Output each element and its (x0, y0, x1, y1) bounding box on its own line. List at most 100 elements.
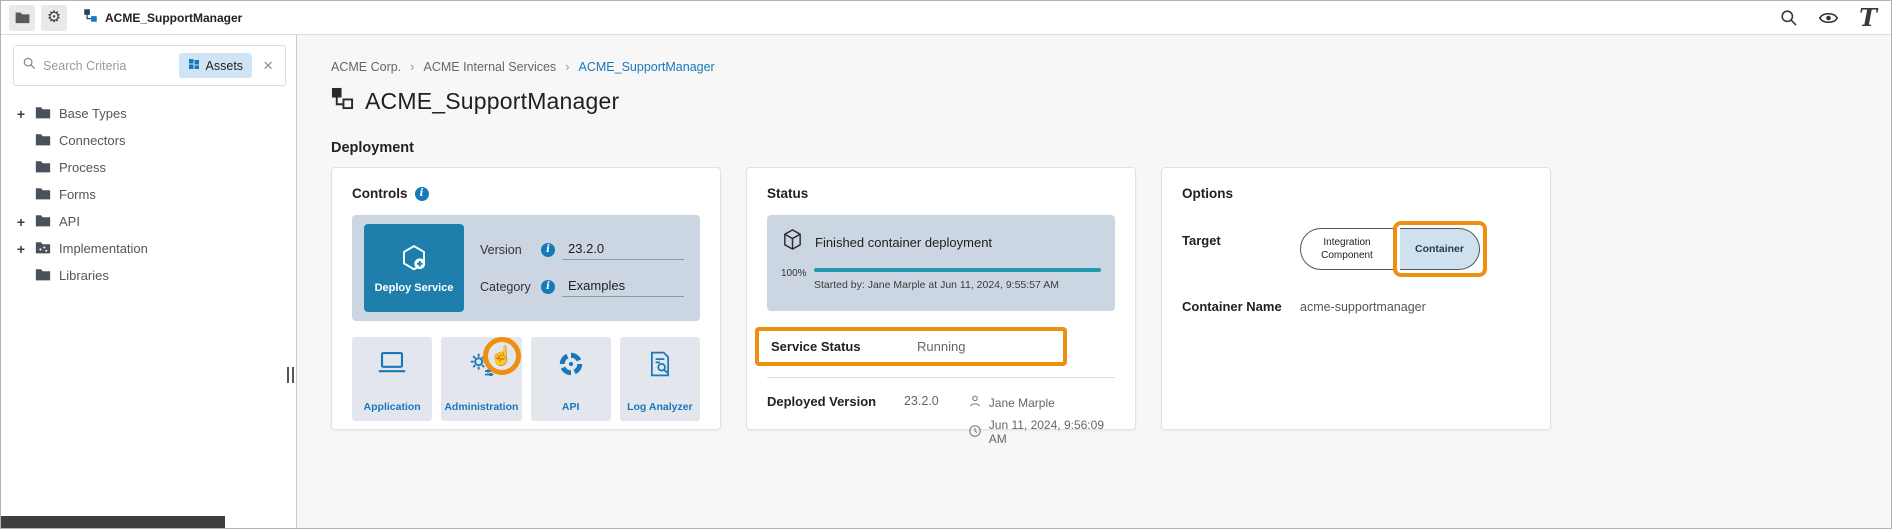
tree-item-base-types[interactable]: + Base Types (15, 100, 296, 127)
info-icon[interactable]: i (541, 280, 555, 294)
search-icon[interactable] (1779, 8, 1798, 27)
breadcrumb: ACME Corp. › ACME Internal Services › AC… (331, 59, 1891, 74)
topbar-right: T (1779, 6, 1877, 30)
category-field-row: Category i Examples (480, 277, 684, 297)
tree-item-api[interactable]: + API (15, 208, 296, 235)
deployed-at-time: Jun 11, 2024, 9:56:09 AM (989, 418, 1115, 446)
application-tile[interactable]: Application (352, 337, 432, 421)
open-folder-button[interactable] (9, 5, 35, 31)
assets-grid-icon (188, 58, 200, 73)
service-status-value: Running (917, 339, 965, 354)
folder-icon (35, 106, 51, 122)
deploy-service-label: Deploy Service (375, 282, 454, 294)
search-criteria-box: Assets × (13, 45, 286, 86)
deployment-section-title: Deployment (331, 140, 1891, 156)
deploy-service-icon (399, 243, 429, 273)
info-icon[interactable]: i (415, 187, 429, 201)
expand-icon[interactable]: + (15, 241, 27, 257)
started-by-text: Started by: Jane Marple at Jun 11, 2024,… (814, 279, 1101, 291)
container-name-row: Container Name acme-supportmanager (1182, 299, 1530, 314)
folder-icon (15, 11, 30, 24)
breadcrumb-internal-services[interactable]: ACME Internal Services (424, 60, 557, 74)
options-card: Options Target Integration Component Con… (1161, 167, 1551, 430)
folder-icon (35, 160, 51, 176)
progress-percent-label: 100% (781, 268, 805, 279)
asset-blocks-icon (83, 8, 98, 28)
page-title-row: ACME_SupportManager (331, 87, 1891, 115)
deploy-panel: Deploy Service Version i 23.2.0 Category… (352, 215, 700, 321)
asset-explorer-sidebar: Assets × + Base Types Connectors (1, 35, 297, 529)
panel-resize-handle[interactable] (287, 367, 294, 383)
sidebar-bottom-bar (1, 516, 225, 529)
settings-button[interactable]: ⚙ (41, 5, 67, 31)
service-blocks-icon (331, 87, 354, 115)
log-analyzer-tile-label: Log Analyzer (627, 401, 693, 413)
container-option[interactable]: Container (1400, 228, 1480, 270)
api-tile[interactable]: API (531, 337, 611, 421)
deployed-version-label: Deployed Version (767, 394, 904, 409)
topbar: ⚙ ACME_SupportManager T (1, 1, 1891, 35)
folder-icon (35, 214, 51, 230)
integration-component-option[interactable]: Integration Component (1300, 228, 1394, 270)
log-analyzer-tile[interactable]: Log Analyzer (620, 337, 700, 421)
preview-eye-icon[interactable] (1818, 10, 1839, 26)
assets-filter-chip[interactable]: Assets (179, 53, 253, 78)
tree-item-label: Process (59, 160, 106, 175)
tab-acme-supportmanager[interactable]: ACME_SupportManager (73, 1, 252, 35)
version-input[interactable]: 23.2.0 (562, 240, 684, 260)
page-title: ACME_SupportManager (365, 88, 619, 115)
tree-item-implementation[interactable]: + Implementation (15, 235, 296, 262)
deploy-service-button[interactable]: Deploy Service (364, 224, 464, 312)
gear-icon: ⚙ (47, 10, 61, 26)
deployed-meta: Jane Marple Jun 11, 2024, 9:56:09 AM (968, 394, 1115, 446)
container-name-value: acme-supportmanager (1300, 300, 1426, 314)
asset-tree: + Base Types Connectors Process (1, 86, 296, 289)
status-card-title: Status (767, 186, 808, 201)
breadcrumb-separator: › (410, 59, 414, 74)
deployed-version-value: 23.2.0 (904, 394, 968, 408)
search-criteria-input[interactable] (43, 59, 172, 73)
info-icon[interactable]: i (541, 243, 555, 257)
target-toggle: Integration Component Container (1300, 221, 1487, 277)
tree-item-label: Forms (59, 187, 96, 202)
progress-bar (814, 268, 1101, 272)
tree-item-connectors[interactable]: Connectors (15, 127, 296, 154)
container-name-label: Container Name (1182, 299, 1300, 314)
tree-item-label: API (59, 214, 80, 229)
tree-item-libraries[interactable]: Libraries (15, 262, 296, 289)
folder-icon (35, 187, 51, 203)
expand-icon[interactable]: + (15, 106, 27, 122)
service-status-label: Service Status (771, 339, 917, 354)
api-icon (557, 350, 585, 383)
clear-search-button[interactable]: × (259, 57, 277, 74)
tree-item-label: Connectors (59, 133, 125, 148)
breadcrumb-acme-corp[interactable]: ACME Corp. (331, 60, 401, 74)
app-window: ⚙ ACME_SupportManager T (0, 0, 1892, 529)
expand-icon[interactable]: + (15, 214, 27, 230)
user-icon (968, 394, 982, 411)
log-analyzer-icon (647, 350, 673, 383)
folder-icon (35, 268, 51, 284)
version-label: Version (480, 243, 534, 257)
assets-chip-label: Assets (206, 59, 244, 73)
breadcrumb-current[interactable]: ACME_SupportManager (579, 60, 715, 74)
folder-network-icon (35, 241, 51, 257)
controls-card: Controls i Deploy Service Version (331, 167, 721, 430)
tree-item-process[interactable]: Process (15, 154, 296, 181)
application-icon (377, 350, 407, 381)
deployment-status-panel: Finished container deployment 100% Start… (767, 215, 1115, 311)
topbar-left: ⚙ ACME_SupportManager (9, 1, 252, 35)
deployed-version-row: Deployed Version 23.2.0 Jane Marple (767, 394, 1115, 446)
folder-icon (35, 133, 51, 149)
deployment-message: Finished container deployment (815, 235, 992, 250)
target-row: Target Integration Component Container (1182, 221, 1530, 277)
administration-tile[interactable]: Administration ☝ (441, 337, 521, 421)
tree-item-forms[interactable]: Forms (15, 181, 296, 208)
category-input[interactable]: Examples (562, 277, 684, 297)
api-tile-label: API (562, 401, 580, 413)
administration-tile-label: Administration (444, 401, 518, 413)
target-label: Target (1182, 221, 1292, 248)
tree-item-label: Base Types (59, 106, 127, 121)
status-card: Status Finished container deployment 100… (746, 167, 1136, 430)
search-icon-small (22, 56, 36, 75)
